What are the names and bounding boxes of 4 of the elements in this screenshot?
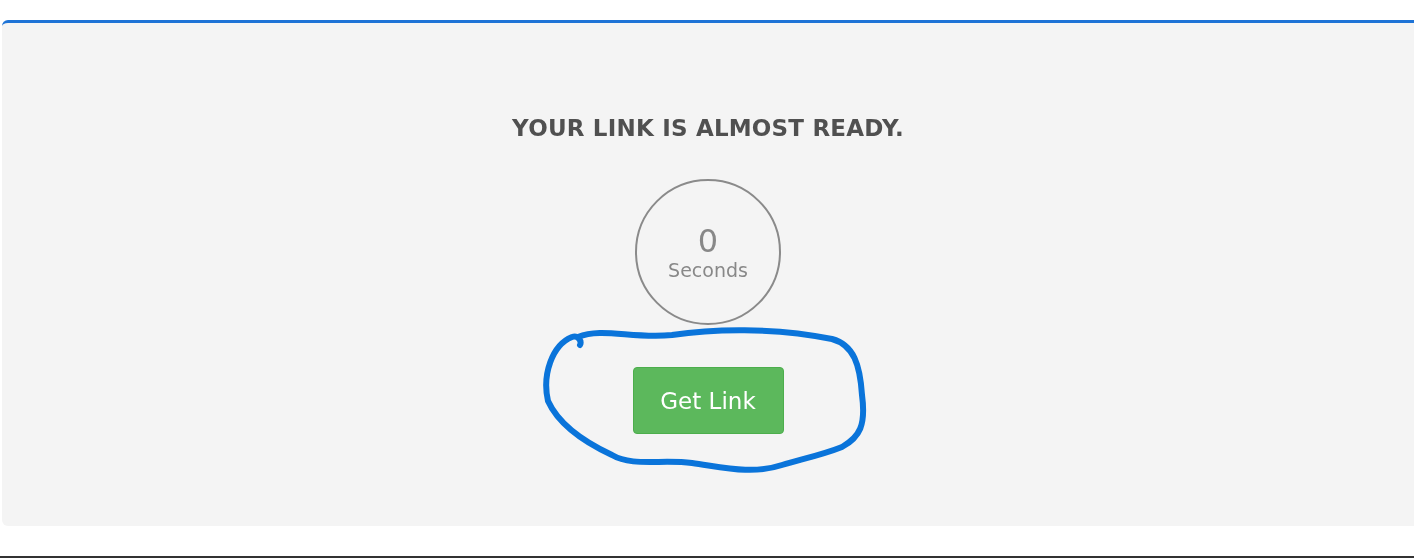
countdown-unit: Seconds bbox=[668, 259, 748, 281]
page-heading: YOUR LINK IS ALMOST READY. bbox=[512, 115, 904, 141]
get-link-button[interactable]: Get Link bbox=[632, 367, 784, 434]
countdown-value: 0 bbox=[697, 223, 719, 259]
